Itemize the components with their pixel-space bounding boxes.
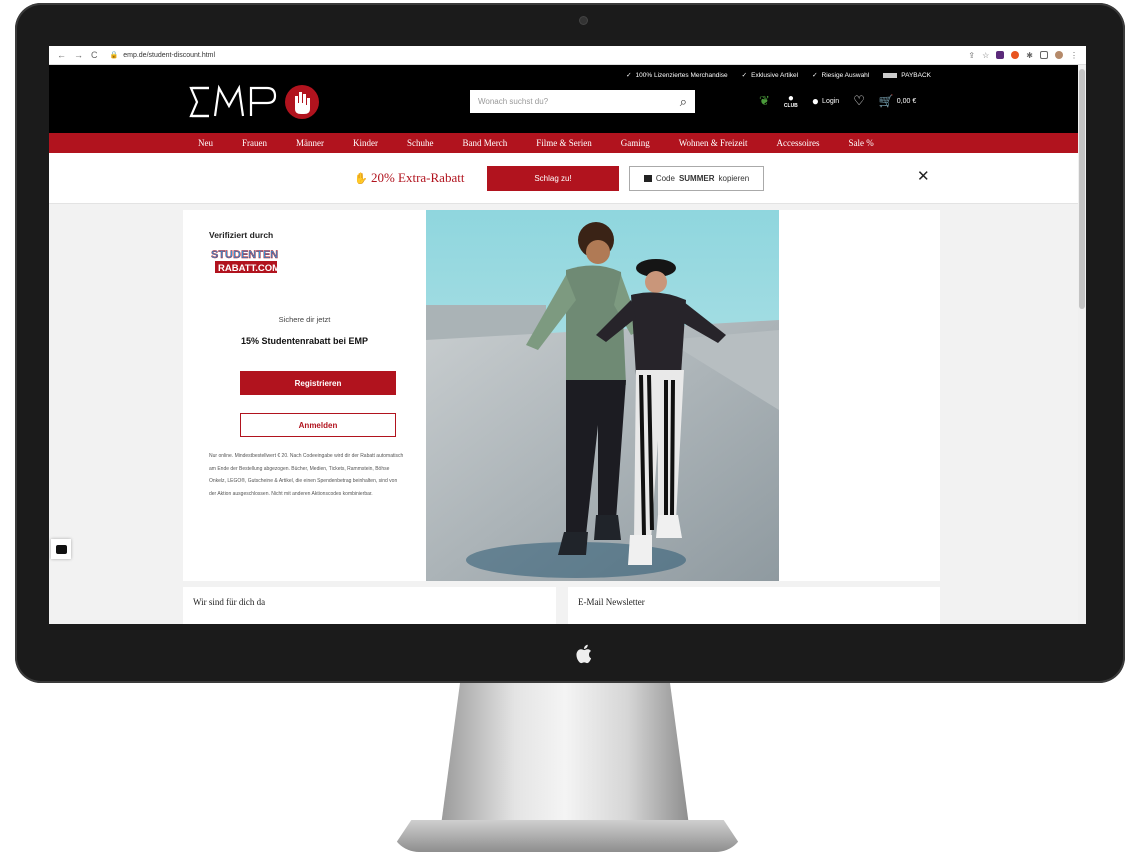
avatar[interactable] — [1055, 51, 1063, 59]
discount-headline: 15% Studentenrabatt bei EMP — [240, 336, 369, 346]
menu-icon[interactable]: ⋮ — [1070, 51, 1078, 60]
usp-label: 100% Lizenziertes Merchandise — [635, 71, 728, 79]
cart-total: 0,00 € — [896, 97, 917, 105]
monitor-stand — [440, 683, 690, 833]
nav-item-frauen[interactable]: Frauen — [242, 138, 267, 148]
back-icon[interactable]: ← — [57, 50, 66, 60]
hero-image-illustration — [426, 210, 779, 581]
cart-button[interactable]: 🛒 0,00 € — [879, 94, 916, 108]
intro-text: Sichere dir jetzt — [278, 315, 331, 324]
chat-button[interactable] — [51, 539, 71, 559]
extension-icon[interactable] — [1011, 51, 1020, 59]
nav-item-gaming[interactable]: Gaming — [621, 138, 650, 148]
club-icon: ● — [787, 92, 794, 104]
fine-print: Nur online. Mindestbestellwert € 20. Nac… — [209, 453, 404, 497]
promo-code: SUMMER — [678, 174, 715, 183]
nav-item-band-merch[interactable]: Band Merch — [463, 138, 508, 148]
barcode-icon — [643, 175, 652, 182]
student-discount-card: Verifiziert durch STUDENTEN RABATT.COM S… — [183, 210, 940, 581]
monitor-base — [390, 820, 745, 852]
screen: ← → C 🔒 emp.de/student-discount.html ⇪ ☆… — [49, 46, 1086, 624]
hand-icon: ✋ — [354, 173, 368, 185]
promo-cta-button[interactable]: Schlag zu! — [487, 166, 619, 191]
search-input[interactable]: Wonach suchst du? ⌕ — [470, 90, 695, 113]
login-button[interactable]: Anmelden — [240, 413, 396, 437]
reload-icon[interactable]: C — [91, 50, 98, 60]
club-button[interactable]: ● CLUB — [783, 92, 798, 109]
chat-icon — [55, 544, 67, 554]
login-button[interactable]: ● Login — [812, 94, 839, 108]
usp-item: ✓ Riesige Auswahl — [812, 71, 870, 80]
site-header: ✓ 100% Lizenziertes Merchandise ✓ Exklusiv… — [49, 65, 1086, 133]
usp-item: ✓ Exklusive Artikel — [741, 71, 799, 80]
promo-banner: ✋ 20% Extra-Rabatt Schlag zu! Code SUMME… — [49, 153, 1086, 204]
register-button[interactable]: Registrieren — [240, 371, 396, 395]
forward-icon[interactable]: → — [74, 50, 83, 60]
nav-item-accessoires[interactable]: Accessoires — [777, 138, 820, 148]
payback-card-icon — [883, 72, 898, 78]
nav-item-wohnen-freizeit[interactable]: Wohnen & Freizeit — [679, 138, 748, 148]
url-text: emp.de/student-discount.html — [123, 51, 216, 59]
emp-logo[interactable] — [187, 82, 337, 122]
lock-icon: 🔒 — [109, 52, 119, 59]
code-suffix: kopieren — [718, 174, 750, 183]
check-icon: ✓ — [741, 72, 748, 79]
nav-item-neu[interactable]: Neu — [198, 138, 213, 148]
address-bar[interactable]: 🔒 emp.de/student-discount.html — [109, 51, 216, 60]
scrollbar-thumb[interactable] — [1079, 69, 1085, 309]
newsletter-section: E-Mail Newsletter — [568, 587, 940, 624]
promo-text: ✋ 20% Extra-Rabatt — [354, 170, 464, 186]
studentenrabatt-logo[interactable]: STUDENTEN RABATT.COM — [209, 246, 281, 274]
nav-item-sale[interactable]: Sale % — [849, 138, 874, 148]
sidepanel-icon[interactable] — [1040, 51, 1048, 59]
nav-item-filme-serien[interactable]: Filme & Serien — [536, 138, 592, 148]
code-prefix: Code — [655, 174, 675, 183]
student-discount-panel: Verifiziert durch STUDENTEN RABATT.COM S… — [183, 210, 426, 581]
extension-icon[interactable] — [996, 51, 1005, 59]
club-label: CLUB — [783, 102, 798, 109]
payback-link[interactable]: PAYBACK — [883, 71, 931, 79]
hero-image — [426, 210, 779, 581]
browser-toolbar: ← → C 🔒 emp.de/student-discount.html ⇪ ☆… — [49, 46, 1086, 65]
nav-item-maenner[interactable]: Männer — [296, 138, 324, 148]
camera — [580, 17, 587, 24]
login-label: Login — [822, 97, 840, 105]
usp-bar: ✓ 100% Lizenziertes Merchandise ✓ Exklusiv… — [626, 71, 931, 80]
user-icon: ● — [811, 94, 820, 108]
leaf-icon[interactable]: ❦ — [759, 93, 770, 109]
scrollbar[interactable] — [1078, 65, 1086, 624]
close-icon[interactable]: ✕ — [917, 167, 930, 185]
search-icon[interactable]: ⌕ — [680, 94, 687, 110]
extensions-puzzle-icon[interactable]: ✱ — [1026, 51, 1033, 60]
nav-item-schuhe[interactable]: Schuhe — [407, 138, 434, 148]
nav-item-kinder[interactable]: Kinder — [353, 138, 378, 148]
support-title: Wir sind für dich da — [193, 597, 266, 607]
cart-icon: 🛒 — [878, 94, 894, 108]
copy-code-button[interactable]: Code SUMMER kopieren — [629, 166, 764, 191]
newsletter-title: E-Mail Newsletter — [578, 597, 645, 607]
usp-label: Exklusive Artikel — [751, 71, 799, 79]
usp-label: Riesige Auswahl — [821, 71, 870, 79]
check-icon: ✓ — [626, 72, 632, 79]
check-icon: ✓ — [812, 72, 818, 79]
payback-label: PAYBACK — [901, 71, 931, 79]
apple-icon — [576, 644, 592, 664]
search-placeholder: Wonach suchst du? — [478, 97, 549, 106]
svg-text:STUDENTEN: STUDENTEN — [211, 249, 278, 261]
bookmark-star-icon[interactable]: ☆ — [982, 51, 989, 60]
main-navigation: Neu Frauen Männer Kinder Schuhe Band Mer… — [49, 133, 1086, 153]
wishlist-heart-icon[interactable]: ♡ — [853, 93, 865, 109]
promo-label: 20% Extra-Rabatt — [370, 170, 465, 185]
svg-text:RABATT.COM: RABATT.COM — [218, 263, 280, 274]
usp-item: ✓ 100% Lizenziertes Merchandise — [626, 71, 728, 80]
share-icon[interactable]: ⇪ — [968, 51, 975, 60]
support-section: Wir sind für dich da — [183, 587, 556, 624]
verified-label: Verifiziert durch — [209, 230, 274, 240]
